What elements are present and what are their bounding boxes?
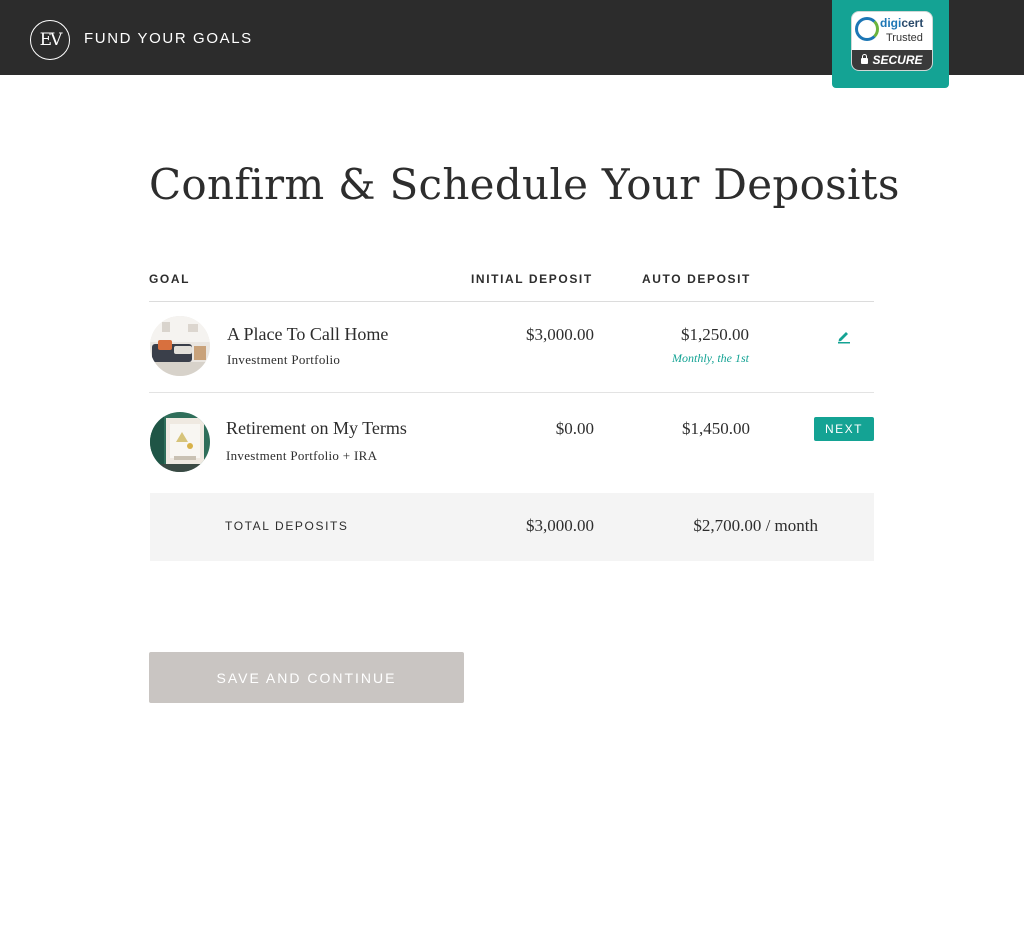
pencil-icon[interactable] [836,328,852,344]
auto-deposit-schedule: Monthly, the 1st [672,351,749,365]
ev-logo[interactable]: EV [30,20,70,60]
page-title: Confirm & Schedule Your Deposits [149,160,900,209]
initial-deposit-amount: $3,000.00 [526,325,594,344]
auto-deposit-amount: $1,450.00 [682,419,750,438]
seal-trusted-text: Trusted [886,32,923,44]
total-initial-deposit: $3,000.00 [526,516,594,535]
initial-deposit-amount: $0.00 [555,419,594,438]
row-divider [149,392,874,393]
goal-image-home [150,316,210,376]
lock-icon [861,54,869,64]
goal-subtitle: Investment Portfolio + IRA [226,448,378,463]
save-and-continue-button[interactable]: SAVE AND CONTINUE [149,652,464,703]
auto-deposit-amount: $1,250.00 [681,325,749,344]
digicert-seal[interactable]: digicert Trusted SECURE [851,11,933,71]
total-auto-deposit: $2,700.00 / month [693,516,818,535]
goal-image-retirement [150,412,210,472]
next-button[interactable]: NEXT [814,417,874,441]
seal-brand: digicert [880,16,924,30]
goal-name: Retirement on My Terms [226,418,407,438]
column-header-initial-deposit: INITIAL DEPOSIT [471,272,593,286]
header-title: FUND YOUR GOALS [84,30,253,47]
column-header-auto-deposit: AUTO DEPOSIT [642,272,751,286]
goal-name: A Place To Call Home [227,324,389,344]
goal-subtitle: Investment Portfolio [227,352,341,367]
security-seal-tab: digicert Trusted SECURE [832,0,949,88]
column-header-goal: GOAL [149,272,191,286]
total-deposits-label: TOTAL DEPOSITS [225,519,349,533]
seal-secure-banner: SECURE [852,50,932,70]
digicert-logo-icon [855,17,879,41]
header-divider [149,301,874,302]
